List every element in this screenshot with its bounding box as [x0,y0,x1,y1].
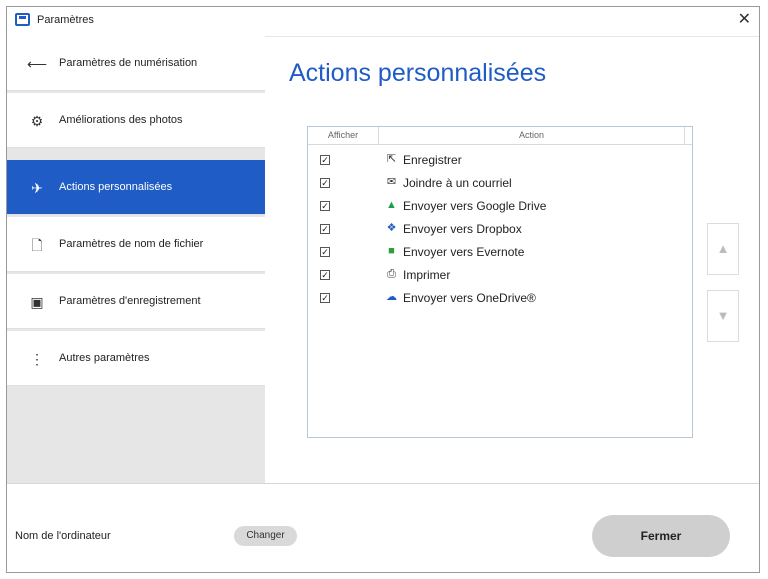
show-checkbox[interactable]: ✓ [320,247,330,257]
sidebar-item-label: Paramètres d'enregistrement [59,295,201,307]
window-title: Paramètres [37,14,94,26]
more-icon: ⋮ [30,351,44,367]
column-header-action[interactable]: Action [379,127,685,144]
action-label: Envoyer vers Evernote [403,245,525,259]
show-checkbox[interactable]: ✓ [320,201,330,211]
show-checkbox[interactable]: ✓ [320,155,330,165]
table-row[interactable]: ✓ ❖ Envoyer vers Dropbox [308,220,692,243]
close-icon[interactable]: ✕ [738,10,751,30]
sidebar-item-custom-actions[interactable]: ✈ Actions personnalisées [7,160,265,215]
action-label: Joindre à un courriel [403,176,512,190]
table-header: Afficher Action [308,127,692,145]
evernote-icon: ■ [388,245,395,257]
change-button[interactable]: Changer [234,526,297,546]
photo-enhance-icon: ⚙ [30,113,44,129]
table-row[interactable]: ✓ ■ Envoyer vers Evernote [308,243,692,266]
app-icon [15,13,30,26]
sidebar-item-label: Paramètres de nom de fichier [59,238,204,250]
email-icon: ✉ [386,176,397,188]
show-checkbox[interactable]: ✓ [320,293,330,303]
sidebar-item-label: Améliorations des photos [59,114,183,126]
google-drive-icon: ▲ [386,199,397,211]
save-icon: ⇱ [386,153,397,165]
action-label: Enregistrer [403,153,462,167]
dropbox-icon: ❖ [386,222,397,234]
sidebar-item-label: Actions personnalisées [59,181,173,193]
arrow-up-icon: ▲ [716,241,730,256]
column-header-show[interactable]: Afficher [308,127,379,144]
action-label: Imprimer [403,268,451,282]
action-label: Envoyer vers Dropbox [403,222,522,236]
footer: Nom de l'ordinateur Changer Fermer [7,483,759,572]
sidebar-item-scan-settings[interactable]: ⟵ Paramètres de numérisation [7,36,265,91]
table-row[interactable]: ✓ ☁ Envoyer vers OneDrive® [308,289,692,312]
scan-icon: ⟵ [27,56,48,72]
sidebar-item-save-settings[interactable]: ▣ Paramètres d'enregistrement [7,274,265,329]
sidebar: ⟵ Paramètres de numérisation ⚙ Améliorat… [7,36,265,483]
print-icon: ⎙ [387,268,396,280]
save-icon: ▣ [30,294,44,310]
close-button[interactable]: Fermer [592,515,730,557]
show-checkbox[interactable]: ✓ [320,178,330,188]
actions-table: Afficher Action ✓ ⇱ Enregistrer ✓ ✉ Joindre à… [307,126,693,438]
move-up-button[interactable]: ▲ [707,223,739,275]
send-icon: ✈ [31,180,43,196]
move-down-button[interactable]: ▼ [707,290,739,342]
file-icon: 🗋 [31,237,43,253]
sidebar-item-other-settings[interactable]: ⋮ Autres paramètres [7,331,265,386]
table-row[interactable]: ✓ ✉ Joindre à un courriel [308,174,692,197]
sidebar-item-filename-settings[interactable]: 🗋 Paramètres de nom de fichier [7,217,265,272]
arrow-down-icon: ▼ [716,308,730,323]
show-checkbox[interactable]: ✓ [320,270,330,280]
sidebar-item-label: Autres paramètres [59,352,150,364]
show-checkbox[interactable]: ✓ [320,224,330,234]
action-label: Envoyer vers Google Drive [403,199,547,213]
table-row[interactable]: ✓ ⎙ Imprimer [308,266,692,289]
action-label: Envoyer vers OneDrive® [403,291,536,305]
computer-name-label: Nom de l'ordinateur [15,530,111,542]
page-title: Actions personnalisées [289,59,547,87]
table-row[interactable]: ✓ ⇱ Enregistrer [308,151,692,174]
sidebar-item-photo-enhancements[interactable]: ⚙ Améliorations des photos [7,93,265,148]
title-bar: Paramètres ✕ [7,7,759,37]
settings-window: Paramètres ✕ ⟵ Paramètres de numérisatio… [6,6,760,573]
table-row[interactable]: ✓ ▲ Envoyer vers Google Drive [308,197,692,220]
onedrive-icon: ☁ [386,291,397,303]
sidebar-item-label: Paramètres de numérisation [59,57,198,69]
